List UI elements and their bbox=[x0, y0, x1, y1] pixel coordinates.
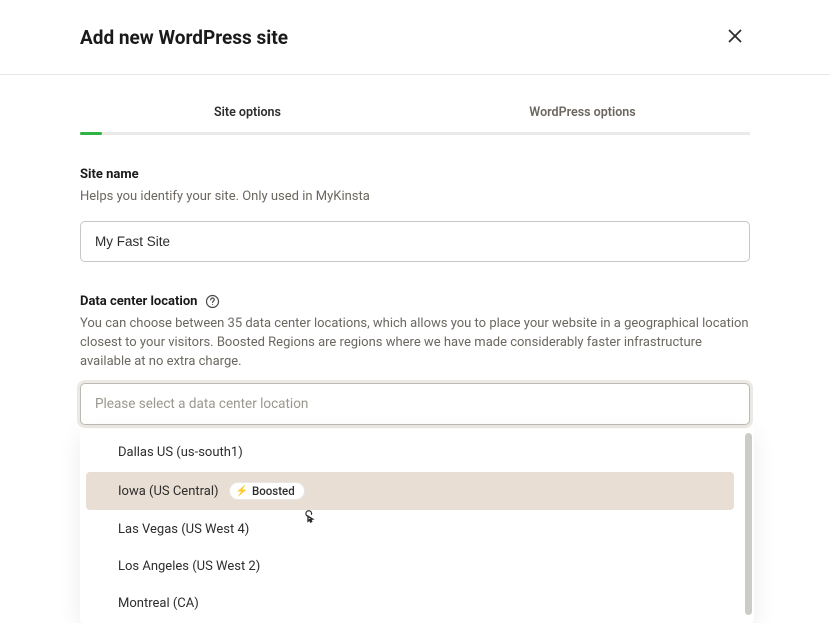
list-item[interactable]: Dallas US (us-south1) bbox=[86, 435, 734, 470]
list-item[interactable]: Iowa (US Central) ⚡ Boosted bbox=[86, 472, 734, 510]
data-center-help: You can choose between 35 data center lo… bbox=[80, 315, 750, 372]
option-label: Montreal (CA) bbox=[118, 596, 199, 611]
option-label: Iowa (US Central) bbox=[118, 484, 219, 499]
bolt-icon: ⚡ bbox=[236, 486, 248, 497]
tab-site-options[interactable]: Site options bbox=[80, 97, 415, 130]
close-icon bbox=[728, 29, 742, 46]
list-item[interactable] bbox=[86, 429, 734, 433]
option-label: Las Vegas (US West 4) bbox=[118, 522, 249, 537]
modal-title: Add new WordPress site bbox=[80, 26, 288, 49]
scrollbar-thumb[interactable] bbox=[745, 433, 752, 615]
data-center-label-text: Data center location bbox=[80, 294, 197, 309]
modal-header: Add new WordPress site bbox=[0, 0, 830, 75]
list-item[interactable]: Los Angeles (US West 2) bbox=[86, 549, 734, 584]
progress-fill bbox=[80, 132, 102, 135]
boosted-label: Boosted bbox=[252, 484, 295, 498]
list-item[interactable]: Las Vegas (US West 4) bbox=[86, 512, 734, 547]
boosted-badge: ⚡ Boosted bbox=[229, 482, 305, 500]
site-name-help: Helps you identify your site. Only used … bbox=[80, 188, 750, 207]
option-label: Los Angeles (US West 2) bbox=[118, 559, 260, 574]
data-center-field: Data center location You can choose betw… bbox=[80, 294, 750, 426]
progress-track bbox=[80, 132, 750, 135]
data-center-label: Data center location bbox=[80, 294, 750, 309]
site-name-input[interactable] bbox=[80, 221, 750, 262]
list-item[interactable]: Montreal (CA) bbox=[86, 586, 734, 621]
option-label: Dallas US (us-south1) bbox=[118, 445, 243, 460]
tab-wordpress-options[interactable]: WordPress options bbox=[415, 97, 750, 130]
help-icon[interactable] bbox=[205, 294, 220, 309]
site-name-label: Site name bbox=[80, 167, 750, 182]
data-center-dropdown: Dallas US (us-south1) Iowa (US Central) … bbox=[80, 429, 754, 623]
data-center-select[interactable]: Please select a data center location bbox=[80, 383, 750, 425]
tabs: Site options WordPress options bbox=[80, 97, 750, 130]
site-name-field: Site name Helps you identify your site. … bbox=[80, 167, 750, 262]
close-button[interactable] bbox=[720, 22, 750, 52]
